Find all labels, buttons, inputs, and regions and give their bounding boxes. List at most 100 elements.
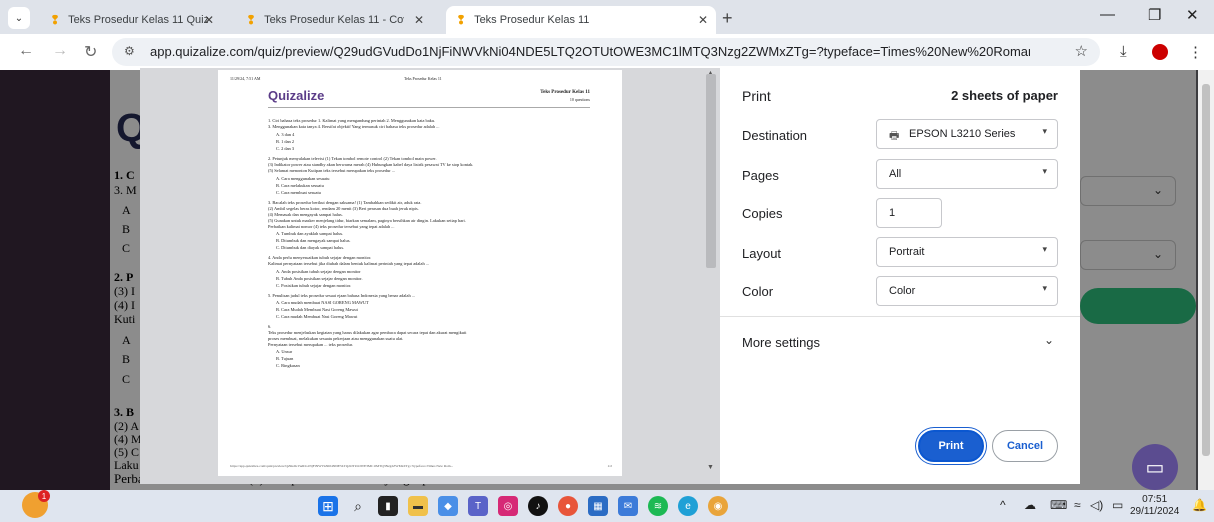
profile-avatar[interactable] [1152,44,1168,60]
language-icon[interactable]: ⌨ [1050,498,1067,512]
url-text[interactable]: app.quizalize.com/quiz/preview/Q29udGVud… [150,44,1030,59]
tab-quiz[interactable]: ❢ Teks Prosedur Kelas 11 Quiz | Q ✕ [40,6,222,34]
preview-text-line: (5) Selamat menonton Kutipan teks terseb… [268,168,396,173]
preview-scrollbar[interactable] [706,74,716,268]
settings-divider [720,316,1080,317]
windows-start-icon[interactable]: ⊞ [318,496,338,516]
preview-text-line: 2. Petunjuk menyalakan televisi (1) Teka… [268,156,437,161]
scroll-down-arrow-icon[interactable]: ▼ [707,464,714,471]
print-button[interactable]: Print [918,430,984,462]
pages-label: Pages [742,168,779,183]
copies-input[interactable]: 1 [876,198,942,228]
preview-text-line: C. Ringkasan [276,363,300,368]
preview-text-line: B. Cara melakukan sesuatu [276,183,324,188]
preview-text-line: B. Cara Mudah Membuat Nasi Goreng Mawut [276,307,358,312]
tab-cover[interactable]: ❢ Teks Prosedur Kelas 11 - Cover ✕ [236,6,432,34]
layout-value: Portrait [889,246,925,258]
task-view-icon[interactable]: ▮ [378,496,398,516]
chevron-down-icon[interactable]: ⌄ [1044,333,1054,347]
page-scrollbar[interactable] [1198,70,1214,490]
preview-text-line: C. Cara membuat sesuatu [276,190,321,195]
battery-icon[interactable]: ▭ [1112,498,1123,512]
preview-text-line: A. Cara menggunakan sesuatu [276,176,330,181]
preview-text-line: 4. Anda perlu menyesuaikan tubuh sejajar… [268,255,372,260]
preview-text-line: (2) Ambil segelas beras kotor, rendam 20… [268,206,419,211]
print-settings-panel: Print 2 sheets of paper Destination 🖶 EP… [720,68,1080,484]
quizalize-favicon-icon: ❢ [456,13,467,27]
chevron-down-icon: ▾ [1042,166,1047,176]
color-value: Color [889,285,916,297]
edge-browser-icon[interactable]: e [678,496,698,516]
chrome-icon[interactable]: ◉ [708,496,728,516]
preview-text-line: 6. [268,324,272,329]
preview-text-line: (4) Memasak dan mengayak sampai halus. [268,212,343,217]
layout-select[interactable]: Portrait ▾ [876,237,1058,267]
tab-close-icon[interactable]: ✕ [414,13,424,27]
tab-search-chevron-icon[interactable]: ⌄ [8,7,30,29]
pages-value: All [889,168,902,180]
tab-active[interactable]: ❢ Teks Prosedur Kelas 11 ✕ [446,6,716,34]
teams-icon[interactable]: T [468,496,488,516]
print-preview-area[interactable]: 11/29/24, 7:51 AM Teks Prosedur Kelas 11… [140,68,720,484]
maximize-button[interactable]: ❐ [1148,6,1161,24]
preview-text-line: A. Tumbuk dan ayaklah sampai halus. [276,231,344,236]
forward-arrow-icon[interactable]: → [52,42,68,60]
file-explorer-icon[interactable]: ▬ [408,496,428,516]
preview-text-line: (3) Indikator power atau standby akan be… [268,162,474,167]
preview-text-line: 1. Ciri bahasa teks prosedur 1. Kalimat … [268,118,436,123]
color-label: Color [742,284,774,299]
weather-badge: 1 [38,490,50,502]
spotify-icon[interactable]: ≋ [648,496,668,516]
new-tab-button[interactable]: + [722,8,733,29]
tab-close-icon[interactable]: ✕ [698,13,708,27]
print-title: Print [742,88,771,104]
store-icon[interactable]: ▦ [588,496,608,516]
color-select[interactable]: Color ▾ [876,276,1058,306]
preview-header-datetime: 11/29/24, 7:51 AM [230,76,261,81]
cloud-icon[interactable]: ☁ [1024,498,1036,512]
wifi-icon[interactable]: ≈ [1074,498,1081,512]
preview-text-line: 5. Penulisan judul teks prosedur sesuai … [268,293,416,298]
close-window-button[interactable]: ✕ [1186,6,1199,24]
tab-close-icon[interactable]: ✕ [204,13,214,27]
copies-value: 1 [889,207,896,219]
tab-title: Teks Prosedur Kelas 11 - Cover [264,14,405,26]
destination-label: Destination [742,128,808,143]
preview-page: 11/29/24, 7:51 AM Teks Prosedur Kelas 11… [218,70,622,476]
destination-value: EPSON L3210 Series [909,128,1016,140]
cancel-button[interactable]: Cancel [992,430,1058,462]
destination-select[interactable]: 🖶 EPSON L3210 Series ▾ [876,119,1058,149]
reload-icon[interactable]: ↻ [84,42,97,62]
firefox-icon[interactable]: ● [558,496,578,516]
download-icon[interactable]: ⤓ [1120,43,1127,60]
address-bar[interactable]: ⚙ app.quizalize.com/quiz/preview/Q29udGV… [112,38,1100,66]
tray-chevron-up-icon[interactable]: ^ [1000,498,1006,512]
clock-time: 07:51 [1142,494,1168,505]
volume-icon[interactable]: ◁) [1090,498,1103,512]
edge-app-icon[interactable]: ◆ [438,496,458,516]
instagram-icon[interactable]: ◎ [498,496,518,516]
site-info-icon[interactable]: ⚙ [124,44,135,58]
pages-select[interactable]: All ▾ [876,159,1058,189]
tiktok-icon[interactable]: ♪ [528,496,548,516]
preview-text-line: A. Anda posisikan tubuh sejajar dengan m… [276,269,361,274]
mail-icon[interactable]: ✉ [618,496,638,516]
preview-question-count: 10 questions [569,97,590,102]
bookmark-star-icon[interactable]: ☆ [1075,42,1088,60]
preview-quiz-title: Teks Prosedur Kelas 11 [540,90,590,95]
preview-text-line: Perbaikan kalimat nomor (4) teks prosedu… [268,224,395,229]
preview-header-title: Teks Prosedur Kelas 11 [404,76,442,81]
browser-menu-icon[interactable]: ⋮ [1188,43,1203,61]
back-arrow-icon[interactable]: ← [18,42,34,60]
notification-bell-icon[interactable]: 🔔 [1192,498,1207,512]
taskbar-clock[interactable]: 07:51 29/11/2024 [1130,494,1179,518]
preview-text-line: A. Unsur [276,349,293,354]
more-settings-toggle[interactable]: More settings [742,335,820,350]
chat-bubble-icon[interactable]: ▭ [1132,444,1178,490]
sheet-count: 2 sheets of paper [951,88,1058,103]
browser-toolbar: ← → ↻ ⚙ app.quizalize.com/quiz/preview/Q… [0,34,1214,70]
minimize-button[interactable]: — [1100,6,1115,23]
page-scrollbar-thumb[interactable] [1202,84,1210,456]
search-icon[interactable]: ⌕ [348,496,368,516]
quizalize-favicon-icon: ❢ [246,13,257,27]
